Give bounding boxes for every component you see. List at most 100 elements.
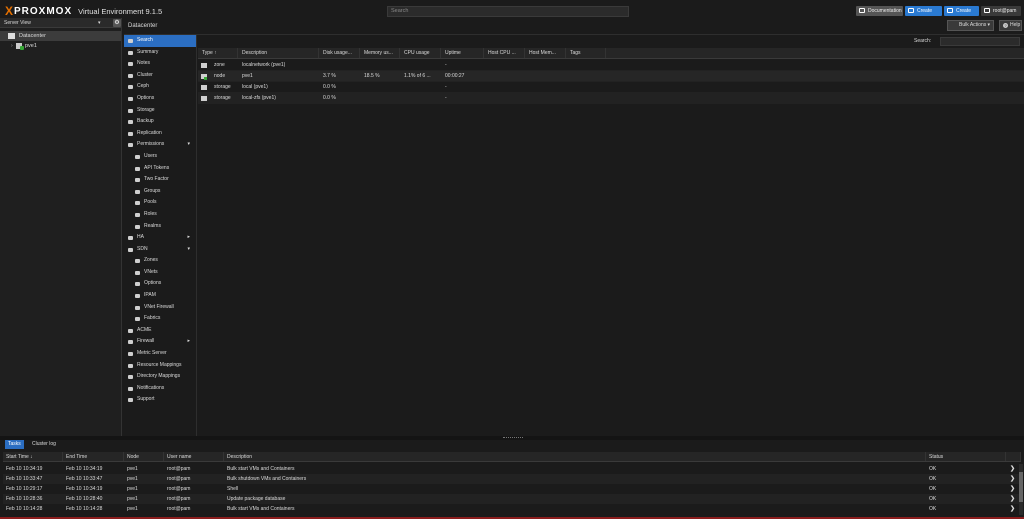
- cell-status: OK: [929, 506, 937, 512]
- support-icon: [128, 398, 133, 403]
- nav-item-firewall[interactable]: Firewall ▸: [124, 336, 196, 348]
- nav-item-resource-mappings[interactable]: Resource Mappings: [124, 360, 196, 372]
- nav-item-notes[interactable]: Notes: [124, 58, 196, 70]
- nav-item-sdn[interactable]: SDN ▾: [124, 244, 196, 256]
- tab-cluster-log[interactable]: Cluster log: [29, 440, 59, 449]
- user-menu-button[interactable]: root@pam ▾: [981, 6, 1021, 24]
- nav-item-two-factor[interactable]: Two Factor: [124, 174, 196, 186]
- column-header-node[interactable]: Node: [124, 452, 164, 461]
- nav-item-users[interactable]: Users: [124, 151, 196, 163]
- cell-host-mem: [525, 93, 566, 103]
- task-row[interactable]: Feb 10 10:14:28 Feb 10 10:14:28 pve1 root@p…: [3, 504, 1021, 514]
- tree-item-datacenter[interactable]: Datacenter: [0, 31, 121, 41]
- nav-item-permissions[interactable]: Permissions ▾: [124, 139, 196, 151]
- task-row[interactable]: Feb 10 10:33:47 Feb 10 10:33:47 pve1 root@p…: [3, 474, 1021, 484]
- global-search-input[interactable]: Search: [387, 6, 629, 17]
- chevron-right-icon[interactable]: ❯: [1010, 494, 1015, 504]
- column-header-description[interactable]: Description: [238, 48, 319, 58]
- nav-item-storage[interactable]: Storage: [124, 105, 196, 117]
- pools-icon: [135, 201, 140, 206]
- chevron-right-icon[interactable]: ❯: [1010, 504, 1015, 514]
- nav-item-vnets[interactable]: VNets: [124, 267, 196, 279]
- grid-row[interactable]: zone localnetwork (pve1) -: [198, 60, 1024, 71]
- column-header-uptime[interactable]: Uptime: [441, 48, 484, 58]
- cell-user: root@pam: [167, 476, 191, 482]
- nav-item-backup[interactable]: Backup: [124, 116, 196, 128]
- proxmox-logo[interactable]: X PROXMOX Virtual Environment 9.1.5: [5, 5, 162, 17]
- column-header-description[interactable]: Description: [224, 452, 926, 461]
- nav-item-realms[interactable]: Realms: [124, 221, 196, 233]
- nav-item-label: API Tokens: [144, 164, 170, 171]
- nav-item-cluster[interactable]: Cluster: [124, 70, 196, 82]
- cell-user: root@pam: [167, 466, 191, 472]
- column-header-user[interactable]: User name: [164, 452, 224, 461]
- cell-type: node: [198, 71, 238, 81]
- nav-item-pools[interactable]: Pools: [124, 197, 196, 209]
- grid-search-input[interactable]: [940, 37, 1020, 46]
- splitter-grip-icon[interactable]: [503, 437, 523, 439]
- nav-item-api-tokens[interactable]: API Tokens: [124, 163, 196, 175]
- nav-item-options[interactable]: Options: [124, 93, 196, 105]
- chevron-right-icon[interactable]: ❯: [1010, 464, 1015, 474]
- column-header-memory[interactable]: Memory us...: [360, 48, 400, 58]
- create-vm-button[interactable]: Create VM: [905, 6, 942, 24]
- firewall-icon: [128, 340, 133, 345]
- task-row[interactable]: Feb 10 10:28:36 Feb 10 10:28:40 pve1 root@p…: [3, 494, 1021, 504]
- column-header-tags[interactable]: Tags: [566, 48, 606, 58]
- task-row[interactable]: Feb 10 10:29:17 Feb 10 10:34:19 pve1 root@p…: [3, 484, 1021, 494]
- nav-item-support[interactable]: Support: [124, 394, 196, 406]
- column-header-host-cpu[interactable]: Host CPU ...: [484, 48, 525, 58]
- grid-row[interactable]: node pve1 3.7 % 18.5 % 1.1% of 6 ... 00:00:27: [198, 71, 1024, 82]
- scrollbar-thumb[interactable]: [1019, 472, 1023, 502]
- chevron-right-icon[interactable]: ❯: [1010, 474, 1015, 484]
- tree-item-pve1[interactable]: › pve1: [0, 41, 121, 51]
- cell-cpu: [400, 93, 441, 103]
- grid-row[interactable]: storage local (pve1) 0.0 % -: [198, 82, 1024, 93]
- nav-item-groups[interactable]: Groups: [124, 186, 196, 198]
- expand-arrow-icon[interactable]: ▸: [187, 336, 190, 348]
- expand-arrow-icon[interactable]: ▾: [187, 244, 190, 256]
- nav-item-label: Ceph: [137, 83, 149, 90]
- column-header-status[interactable]: Status: [926, 452, 1006, 461]
- server-view-selector[interactable]: Server View ▾: [0, 18, 121, 28]
- column-header-host-mem[interactable]: Host Mem...: [525, 48, 566, 58]
- help-button[interactable]: ? Help: [999, 20, 1022, 31]
- nav-item-search[interactable]: Search: [124, 35, 196, 47]
- nav-item-metric-server[interactable]: Metric Server: [124, 348, 196, 360]
- nav-item-label: Realms: [144, 222, 161, 229]
- nav-item-roles[interactable]: Roles: [124, 209, 196, 221]
- tab-tasks[interactable]: Tasks: [5, 440, 24, 449]
- task-scrollbar[interactable]: [1019, 464, 1023, 515]
- chevron-right-icon[interactable]: ❯: [1010, 484, 1015, 494]
- column-header-end-time[interactable]: End Time: [63, 452, 124, 461]
- cell-start: Feb 10 10:29:17: [6, 486, 43, 492]
- bulk-actions-button[interactable]: Bulk Actions ▾: [947, 20, 994, 31]
- acme-icon: [128, 328, 133, 333]
- column-header-start-time[interactable]: Start Time ↓: [3, 452, 63, 461]
- nav-item-ceph[interactable]: Ceph: [124, 81, 196, 93]
- nav-item-acme[interactable]: ACME: [124, 325, 196, 337]
- nav-item-ha[interactable]: HA ▸: [124, 232, 196, 244]
- cell-text: localnetwork (pve1): [242, 62, 286, 68]
- expand-arrow-icon[interactable]: ›: [11, 41, 13, 51]
- expand-arrow-icon[interactable]: ▾: [187, 139, 190, 151]
- nav-item-zones[interactable]: Zones: [124, 255, 196, 267]
- nav-item-vnet-firewall[interactable]: VNet Firewall: [124, 302, 196, 314]
- expand-arrow-icon[interactable]: ▸: [187, 232, 190, 244]
- nav-item-replication[interactable]: Replication: [124, 128, 196, 140]
- nav-item-label: Summary: [137, 48, 159, 55]
- nav-item-ipam[interactable]: IPAM: [124, 290, 196, 302]
- column-header-disk[interactable]: Disk usage...: [319, 48, 360, 58]
- gear-icon[interactable]: ⚙: [113, 19, 121, 27]
- documentation-button[interactable]: Documentation: [856, 6, 903, 16]
- task-row[interactable]: Feb 10 10:34:19 Feb 10 10:34:19 pve1 root@p…: [3, 464, 1021, 474]
- nav-item-fabrics[interactable]: Fabrics: [124, 313, 196, 325]
- nav-item-notifications[interactable]: Notifications: [124, 383, 196, 395]
- nav-item-summary[interactable]: Summary: [124, 47, 196, 59]
- column-header-cpu[interactable]: CPU usage: [400, 48, 441, 58]
- nav-item-directory-mappings[interactable]: Directory Mappings: [124, 371, 196, 383]
- nav-item-options[interactable]: Options: [124, 278, 196, 290]
- grid-row[interactable]: storage local-zfs (pve1) 0.0 % -: [198, 93, 1024, 104]
- create-ct-button[interactable]: Create CT: [944, 6, 979, 24]
- column-header-type[interactable]: Type ↑: [198, 48, 238, 58]
